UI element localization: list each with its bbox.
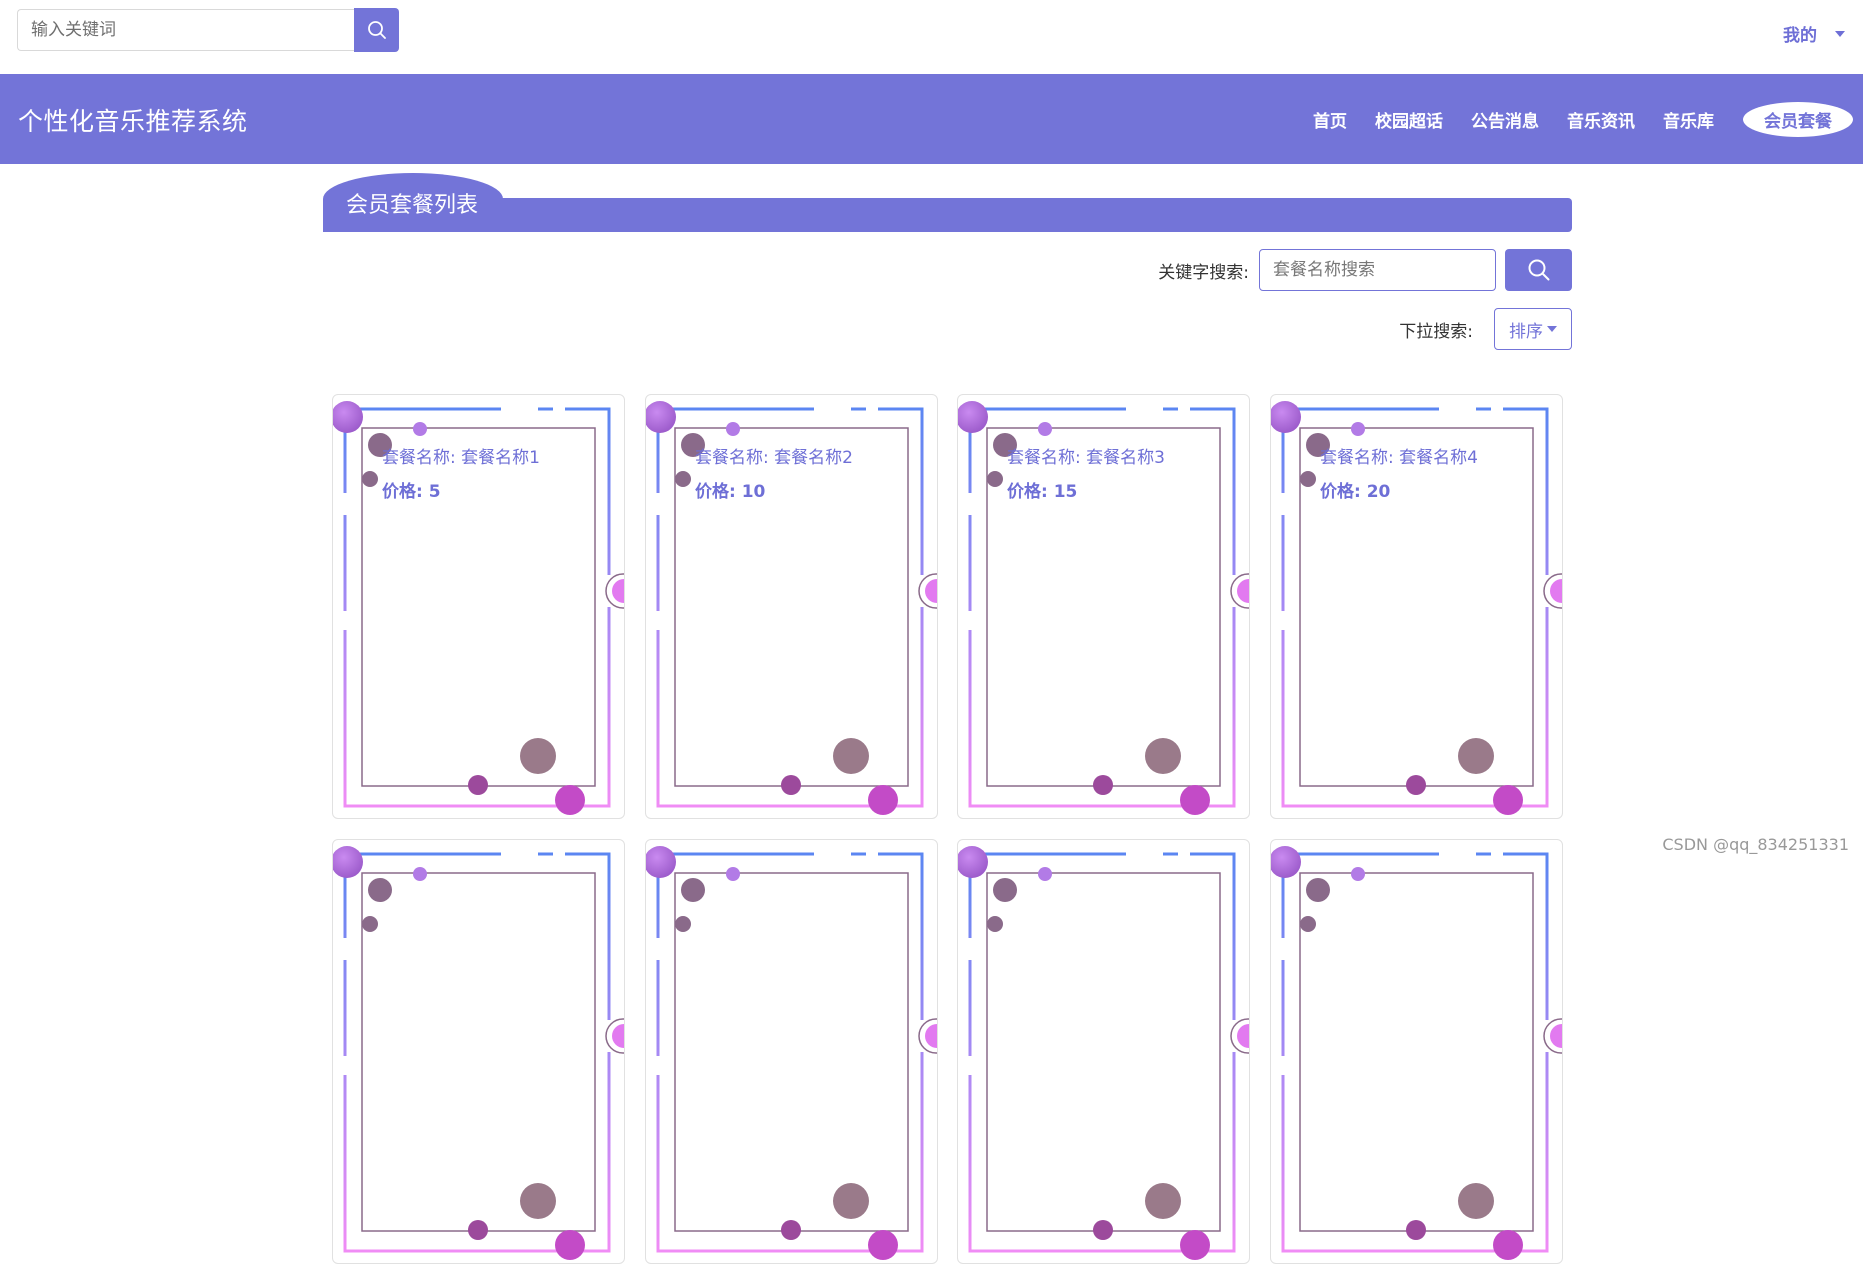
- package-name: 套餐名称: 套餐名称1: [382, 448, 540, 468]
- package-card[interactable]: [1270, 839, 1563, 1264]
- search-icon: [367, 21, 386, 39]
- keyword-filter: 关键字搜索:: [1158, 249, 1572, 291]
- sort-dropdown[interactable]: 排序: [1494, 308, 1572, 350]
- package-price: 价格: 20: [1320, 482, 1391, 502]
- package-card[interactable]: [645, 839, 938, 1264]
- card-frame-decoration: [958, 846, 1249, 1260]
- nav-item-home[interactable]: 首页: [1313, 107, 1347, 132]
- nav-item-announcements[interactable]: 公告消息: [1471, 107, 1539, 132]
- sort-dropdown-label: 排序: [1509, 321, 1543, 342]
- nav-item-campus-topics[interactable]: 校园超话: [1375, 107, 1443, 132]
- caret-down-icon: [1547, 326, 1557, 332]
- card-frame-decoration: [646, 846, 937, 1260]
- keyword-search-input[interactable]: [1259, 249, 1496, 291]
- global-search-button[interactable]: [354, 8, 399, 52]
- package-card[interactable]: [332, 839, 625, 1264]
- package-card[interactable]: 套餐名称: 套餐名称3 价格: 15: [957, 394, 1250, 819]
- nav-item-music-library[interactable]: 音乐库: [1663, 107, 1714, 132]
- package-price: 价格: 10: [695, 482, 766, 502]
- user-menu[interactable]: 我的: [1783, 21, 1845, 46]
- nav-links: 首页 校园超话 公告消息 音乐资讯 音乐库 会员套餐: [1285, 102, 1853, 137]
- nav-item-membership[interactable]: 会员套餐: [1743, 102, 1853, 137]
- package-name: 套餐名称: 套餐名称2: [695, 448, 853, 468]
- dropdown-filter-label: 下拉搜索:: [1399, 321, 1473, 342]
- keyword-filter-label: 关键字搜索:: [1158, 262, 1249, 283]
- package-card[interactable]: 套餐名称: 套餐名称1 价格: 5: [332, 394, 625, 819]
- package-card[interactable]: 套餐名称: 套餐名称2 价格: 10: [645, 394, 938, 819]
- card-frame-decoration: [1271, 846, 1562, 1260]
- card-frame-decoration: [333, 846, 624, 1260]
- package-price: 价格: 15: [1007, 482, 1078, 502]
- dropdown-filter: 下拉搜索: 排序: [1399, 308, 1572, 350]
- top-bar: 我的: [0, 0, 1863, 74]
- package-card[interactable]: [957, 839, 1250, 1264]
- section-title: 会员套餐列表: [346, 193, 479, 218]
- main-navbar: 个性化音乐推荐系统 首页 校园超话 公告消息 音乐资讯 音乐库 会员套餐: [0, 74, 1863, 164]
- package-price: 价格: 5: [382, 482, 441, 502]
- package-card[interactable]: 套餐名称: 套餐名称4 价格: 20: [1270, 394, 1563, 819]
- watermark: CSDN @qq_834251331: [1662, 835, 1849, 854]
- user-menu-label: 我的: [1783, 26, 1817, 46]
- search-icon: [1528, 259, 1549, 281]
- caret-down-icon: [1835, 30, 1845, 37]
- package-name: 套餐名称: 套餐名称4: [1320, 448, 1478, 468]
- brand-title[interactable]: 个性化音乐推荐系统: [18, 102, 248, 138]
- global-search: [17, 8, 399, 52]
- package-name: 套餐名称: 套餐名称3: [1007, 448, 1165, 468]
- section-header-bar: [323, 198, 1572, 232]
- global-search-input[interactable]: [17, 9, 354, 51]
- keyword-search-button[interactable]: [1505, 249, 1572, 291]
- nav-item-music-news[interactable]: 音乐资讯: [1567, 107, 1635, 132]
